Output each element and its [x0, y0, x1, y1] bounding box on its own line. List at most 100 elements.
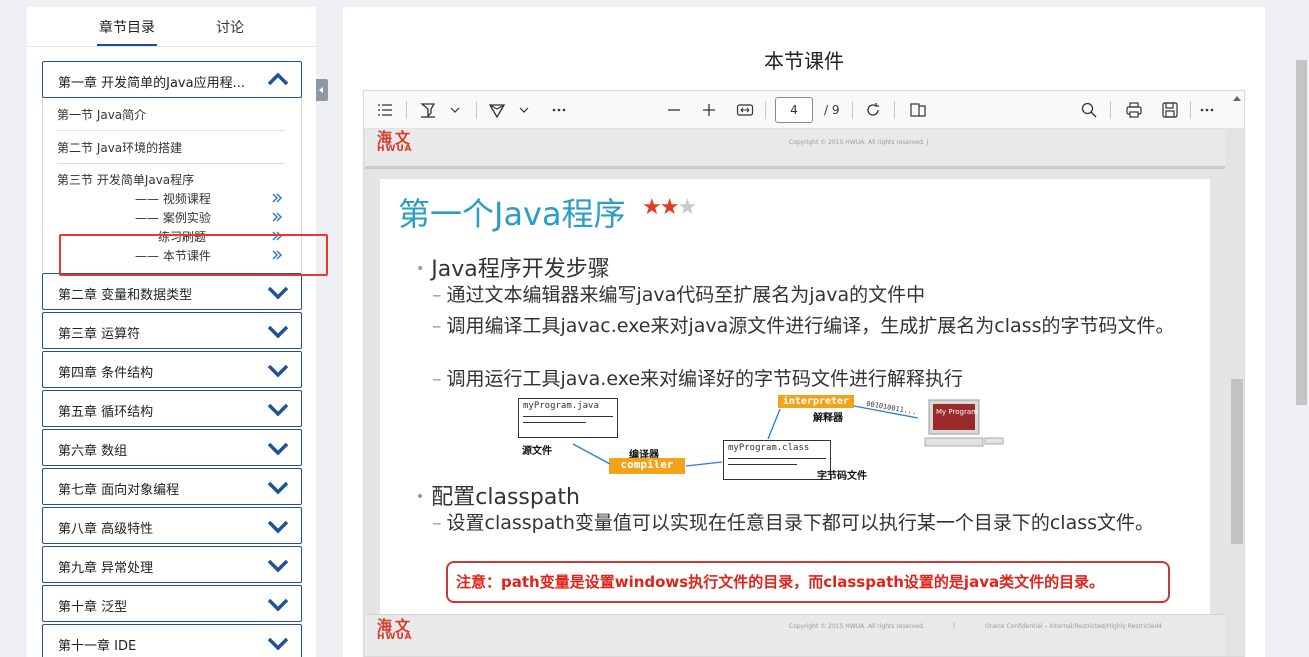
highlight-pen-icon[interactable] — [419, 101, 437, 119]
chevron-down-icon — [267, 481, 289, 495]
search-icon[interactable] — [1080, 101, 1098, 119]
divider — [406, 101, 407, 119]
bullet-step: – 设置classpath变量值可以实现在任意目录下都可以执行某一个目录下的cla… — [432, 512, 1155, 534]
bullet-step: – 通过文本编辑器来编写java代码至扩展名为java的文件中 — [432, 284, 926, 306]
section-item[interactable]: 第二节 Java环境的搭建 — [57, 139, 182, 156]
hwua-logo: 海文 HWUA — [377, 129, 414, 154]
subitem-lab[interactable]: —— 案例实验 — [135, 209, 211, 226]
zoom-out-icon[interactable] — [665, 101, 683, 119]
chapter-title: 第四章 条件结构 — [58, 366, 154, 381]
save-icon[interactable] — [1161, 101, 1179, 119]
section-item[interactable]: 第三节 开发简单Java程序 — [57, 171, 194, 188]
divider — [765, 101, 766, 119]
chapter-header[interactable]: 第四章 条件结构 — [42, 351, 302, 388]
copyright-text: Copyright © 2015 HWUA. All rights reserv… — [789, 139, 929, 146]
chapter-header[interactable]: 第五章 循环结构 — [42, 390, 302, 427]
tab-chapter-list[interactable]: 章节目录 — [97, 17, 157, 46]
divider — [57, 163, 285, 164]
content-panel: 本节课件 4 / 9 海文 HWUA Copyright © 2015 HWUA… — [343, 7, 1265, 657]
chapter-title: 第七章 面向对象编程 — [58, 483, 180, 498]
course-sidebar: 章节目录 讨论 第一章 开发简单的Java应用程... 第一节 Java简介 第… — [27, 7, 316, 657]
table-of-contents-icon[interactable] — [376, 101, 394, 119]
chapter-header[interactable]: 第二章 变量和数据类型 — [42, 273, 302, 310]
chapter-title: 第九章 异常处理 — [58, 561, 154, 576]
page-number-input[interactable]: 4 — [775, 97, 813, 123]
divider — [57, 130, 285, 131]
chapter-title: 第八章 高级特性 — [58, 522, 154, 537]
rotate-icon[interactable] — [864, 101, 882, 119]
chapter-title: 第十一章 IDE — [58, 639, 137, 654]
more-icon[interactable] — [550, 101, 568, 119]
chapter-header[interactable]: 第三章 运算符 — [42, 312, 302, 349]
bullet-heading: Java程序开发步骤 — [416, 251, 609, 283]
highlight-annotation — [59, 234, 328, 276]
chapter-title: 第十章 泛型 — [58, 600, 128, 615]
chapter-title: 第五章 循环结构 — [58, 405, 154, 420]
print-icon[interactable] — [1125, 101, 1143, 119]
bullet-step: – 调用编译工具javac.exe来对java源文件进行编译，生成扩展名为clas… — [432, 315, 1175, 337]
sidebar-tabs: 章节目录 讨论 — [27, 7, 316, 47]
rating-stars: ★★★ — [642, 195, 697, 220]
chevron-down-icon[interactable] — [518, 101, 530, 119]
more-icon[interactable] — [1198, 101, 1216, 119]
chapter-1-header[interactable]: 第一章 开发简单的Java应用程... — [42, 61, 302, 98]
hwua-logo: 海文 HWUA — [377, 617, 414, 642]
computer-icon: My Program — [924, 399, 1004, 447]
chapter-title: 第一章 开发简单的Java应用程... — [58, 76, 245, 91]
chevron-down-icon — [267, 598, 289, 612]
divider — [476, 101, 477, 119]
divider — [894, 101, 895, 119]
chapter-header[interactable]: 第六章 数组 — [42, 429, 302, 466]
pdf-toolbar: 4 / 9 — [364, 91, 1244, 129]
chapter-header[interactable]: 第十章 泛型 — [42, 585, 302, 622]
divider — [1190, 101, 1191, 119]
chevron-down-icon — [267, 559, 289, 573]
copyright-text: Copyright © 2015 HWUA. All rights reserv… — [789, 623, 925, 630]
chevron-down-icon — [267, 325, 289, 339]
slide-page: 第一个Java程序 ★★★ Java程序开发步骤 –通过文本编辑器来编写java… — [380, 179, 1210, 617]
double-chevron-right-icon[interactable] — [271, 192, 283, 204]
chevron-down-icon — [267, 403, 289, 417]
scroll-up-arrow[interactable] — [1233, 96, 1241, 101]
page-scrollbar[interactable] — [1296, 60, 1307, 405]
pdf-viewer: 4 / 9 海文 HWUA Copyright © 2015 HWUA. All… — [363, 90, 1245, 657]
chapter-header[interactable]: 第九章 异常处理 — [42, 546, 302, 583]
bullet-heading: 配置classpath — [416, 479, 580, 511]
page-total: / 9 — [824, 103, 840, 117]
page-title: 本节课件 — [764, 49, 844, 73]
chevron-down-icon — [267, 442, 289, 456]
chevron-up-icon — [267, 72, 289, 86]
svg-text:My Program: My Program — [936, 408, 978, 416]
chapter-header[interactable]: 第十一章 IDE — [42, 624, 302, 657]
chevron-down-icon — [267, 637, 289, 651]
tab-discussion[interactable]: 讨论 — [216, 17, 244, 37]
page-view-icon[interactable] — [909, 101, 927, 119]
chapter-header[interactable]: 第八章 高级特性 — [42, 507, 302, 544]
chapter-title: 第三章 运算符 — [58, 327, 141, 342]
warning-note: 注意：path变量是设置windows执行文件的目录，而classpath设置的… — [446, 561, 1170, 603]
bullet-step: – 调用运行工具java.exe来对编译好的字节码文件进行解释执行 — [432, 368, 964, 390]
fit-width-icon[interactable] — [736, 101, 754, 119]
chapter-header[interactable]: 第七章 面向对象编程 — [42, 468, 302, 505]
section-item[interactable]: 第一节 Java简介 — [57, 106, 146, 123]
collapse-sidebar-button[interactable] — [316, 79, 328, 101]
double-chevron-right-icon[interactable] — [271, 211, 283, 223]
chevron-down-icon — [267, 364, 289, 378]
chevron-down-icon[interactable] — [449, 101, 461, 119]
slide-footer: 海文 HWUA Copyright © 2015 HWUA. All right… — [365, 614, 1225, 656]
zoom-in-icon[interactable] — [700, 101, 718, 119]
chapter-title: 第二章 变量和数据类型 — [58, 288, 193, 303]
slide-title: 第一个Java程序 — [398, 195, 626, 233]
divider — [852, 101, 853, 119]
confidential-text: Oracle Confidential – Internal/Restricte… — [985, 623, 1162, 630]
subitem-video[interactable]: —— 视频课程 — [135, 190, 211, 207]
chevron-down-icon — [267, 520, 289, 534]
java-compile-diagram: myProgram.java 源文件 编译器 compiler myProgra… — [518, 394, 1018, 484]
pdf-scrollbar[interactable] — [1231, 379, 1243, 544]
chapter-title: 第六章 数组 — [58, 444, 128, 459]
separator-text: | — [953, 622, 956, 629]
previous-page-footer: 海文 HWUA Copyright © 2015 HWUA. All right… — [365, 129, 1225, 169]
draw-icon[interactable] — [488, 101, 506, 119]
chevron-down-icon — [267, 286, 289, 300]
divider — [1110, 101, 1111, 119]
